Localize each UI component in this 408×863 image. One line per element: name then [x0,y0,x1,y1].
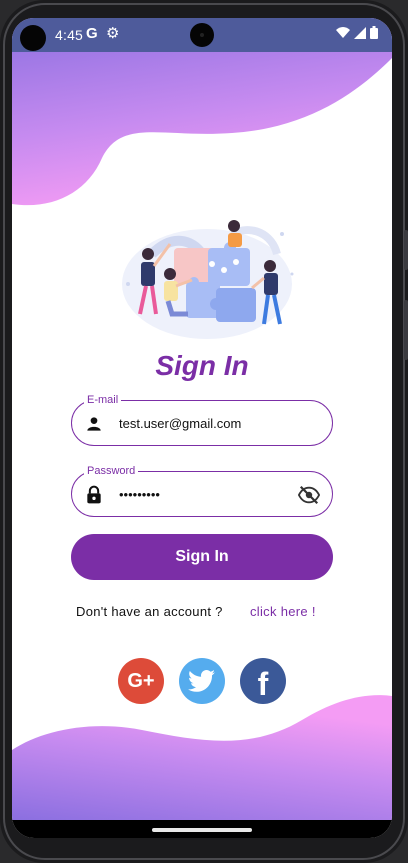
teamwork-puzzle-illustration [122,220,294,339]
twitter-button[interactable] [179,658,225,704]
password-label: Password [84,464,139,478]
password-input[interactable]: ••••••••• [119,487,160,502]
eye-off-icon[interactable] [298,484,320,506]
battery-icon [370,26,378,39]
status-time: 4:45 [55,27,84,43]
navigation-bar [12,820,392,838]
wifi-icon [336,26,350,38]
bottom-wave-background [12,695,392,820]
app-screen: 4:45 G ⚙ Sign In E-mail test.user@gmail.… [12,18,392,838]
google-plus-icon: G+ [127,669,155,692]
status-icons [336,26,378,39]
power-button [404,230,408,270]
person-icon [87,417,101,431]
page-title: Sign In [155,350,249,381]
home-gesture-pill[interactable] [152,828,252,832]
email-field[interactable]: E-mail test.user@gmail.com [71,393,333,446]
phone-frame: 4:45 G ⚙ Sign In E-mail test.user@gmail.… [0,0,408,863]
lock-icon [87,485,101,504]
front-camera [20,25,46,51]
twitter-icon [188,670,215,692]
signup-link[interactable]: click here ! [250,604,316,619]
email-label: E-mail [84,393,122,407]
google-plus-button[interactable]: G+ [118,658,164,704]
facebook-button[interactable]: f [240,658,286,704]
volume-button [404,300,408,360]
google-icon: G [86,25,98,42]
email-input[interactable]: test.user@gmail.com [119,416,241,431]
signup-prompt: Don't have an account ? [76,604,223,619]
password-field[interactable]: Password ••••••••• [71,464,333,517]
status-bar: 4:45 G ⚙ [12,18,392,52]
facebook-icon: f [257,665,269,702]
gear-icon: ⚙ [106,25,120,42]
signal-icon [354,26,366,39]
center-camera [190,23,214,47]
sign-in-button[interactable]: Sign In [71,534,333,580]
